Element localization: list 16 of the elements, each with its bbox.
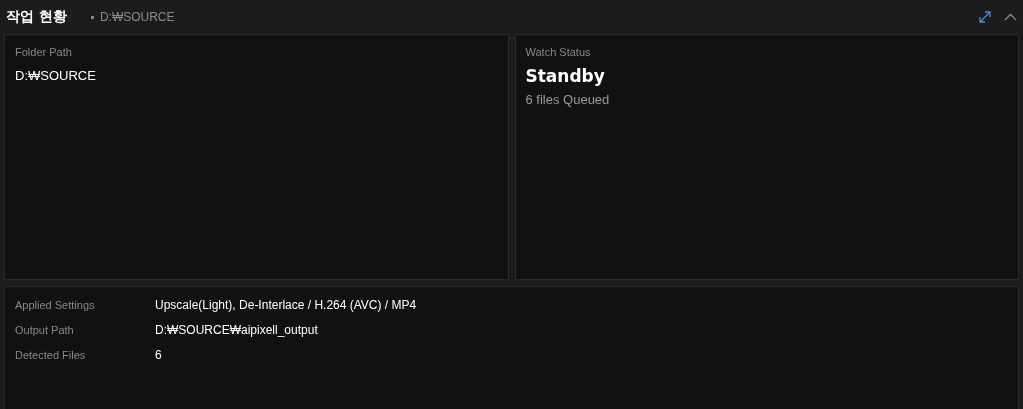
card-label: Watch Status — [525, 46, 592, 58]
expand-icon[interactable] — [978, 10, 992, 24]
setting-value: 6 — [155, 348, 163, 362]
queue-count: 6 files Queued — [525, 92, 611, 107]
setting-label: Output Path — [15, 323, 75, 337]
bullet-icon — [90, 15, 94, 19]
setting-value: D:₩SOURCE₩aipixell_output — [155, 323, 319, 337]
status-value: Standby — [525, 66, 606, 86]
folder-path: D:₩SOURCE — [99, 10, 175, 24]
panel-title: 작업 현황 — [6, 8, 67, 26]
setting-label: Applied Settings — [15, 298, 96, 312]
setting-value: Upscale(Light), De-Interlace / H.264 (AVC) / MP4 — [155, 298, 418, 312]
card-label: Folder Path — [15, 46, 73, 58]
setting-label: Detected Files — [15, 348, 87, 362]
path-value: D:₩SOURCE — [15, 68, 97, 83]
collapse-icon[interactable] — [1004, 13, 1017, 21]
